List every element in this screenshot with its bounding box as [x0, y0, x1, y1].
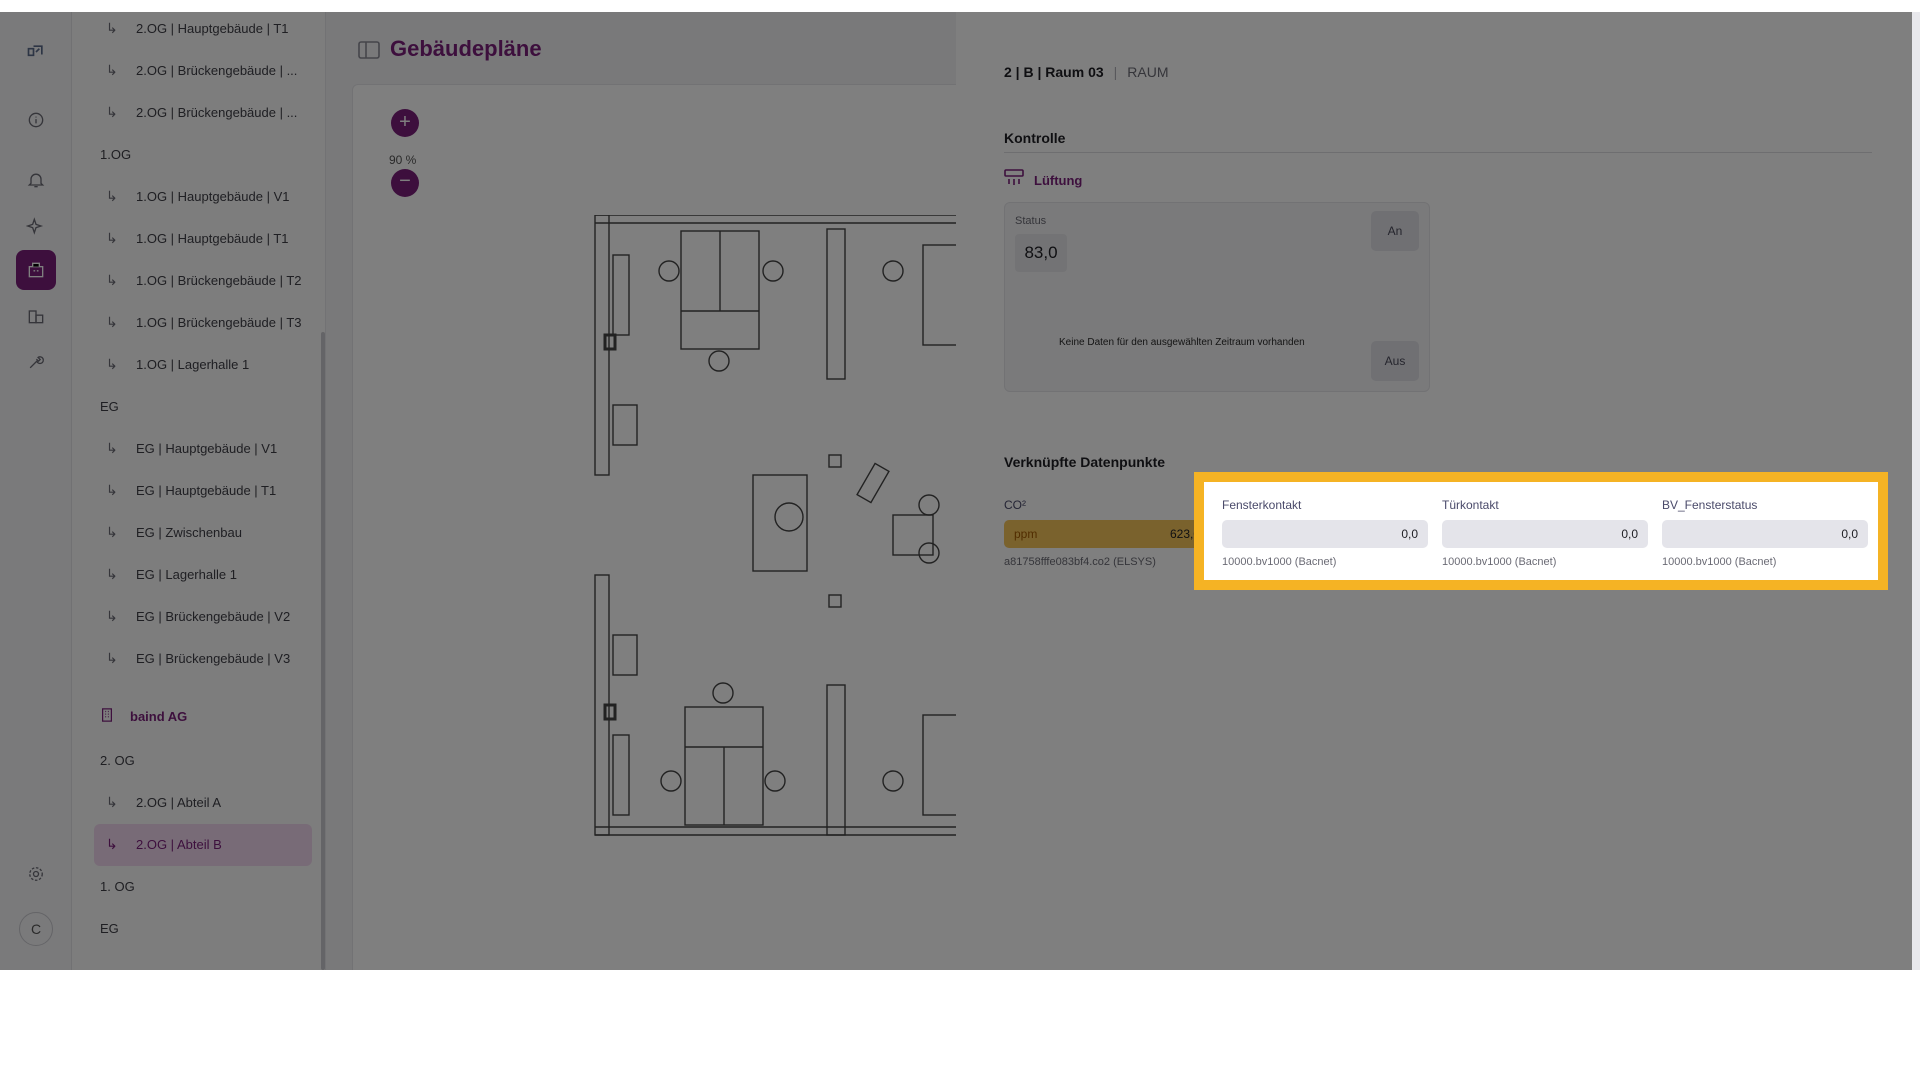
app-window: C ↳2.OG | Hauptgebäude | T1 ↳2.OG | Brüc…: [0, 12, 1920, 970]
tutorial-highlight-frame: [1194, 472, 1888, 590]
panel-scrollbar[interactable]: [1912, 12, 1920, 970]
modal-backdrop[interactable]: [0, 12, 956, 970]
